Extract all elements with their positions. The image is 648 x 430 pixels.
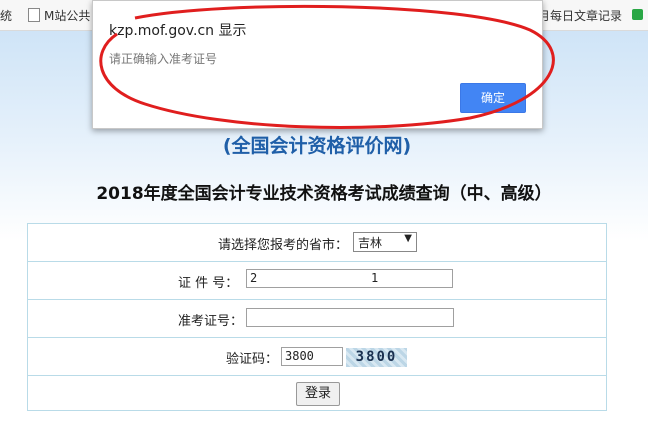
chevron-down-icon: ▼ — [404, 233, 412, 244]
page-title: 2018年度全国会计专业技术资格考试成绩查询（中、高级） — [96, 184, 552, 204]
query-form: 请选择您报考的省市： 吉林 ▼ 证 件 号： 2 1 准考证号： 验证码： 38… — [27, 223, 607, 411]
captcha-row: 验证码： 3800 3800 — [28, 338, 606, 376]
bookmark-partial-left[interactable]: 统 — [0, 7, 12, 24]
cert-label: 证 件 号： — [178, 276, 239, 291]
login-row: 登录 — [28, 376, 606, 410]
cert-number-input[interactable]: 2 1 — [246, 269, 453, 288]
site-title: (全国会计资格评价网) — [222, 135, 412, 157]
red-annotation-ellipse — [99, 4, 555, 129]
bookmark-green-icon[interactable] — [632, 9, 643, 20]
cert-value-end: 1 — [371, 271, 379, 285]
exam-label: 准考证号： — [178, 314, 244, 329]
captcha-label: 验证码： — [226, 352, 279, 367]
captcha-input[interactable]: 3800 — [281, 347, 343, 366]
captcha-image[interactable]: 3800 — [346, 348, 407, 367]
exam-row: 准考证号： — [28, 300, 606, 338]
province-row: 请选择您报考的省市： 吉林 ▼ — [28, 224, 606, 262]
login-button[interactable]: 登录 — [296, 382, 340, 406]
cert-value-start: 2 — [250, 271, 258, 285]
province-label: 请选择您报考的省市： — [218, 238, 349, 253]
province-selected-value: 吉林 — [358, 236, 383, 250]
cert-row: 证 件 号： 2 1 — [28, 262, 606, 300]
exam-number-input[interactable] — [246, 308, 454, 327]
page-icon — [28, 8, 40, 22]
province-select[interactable]: 吉林 ▼ — [353, 232, 417, 252]
